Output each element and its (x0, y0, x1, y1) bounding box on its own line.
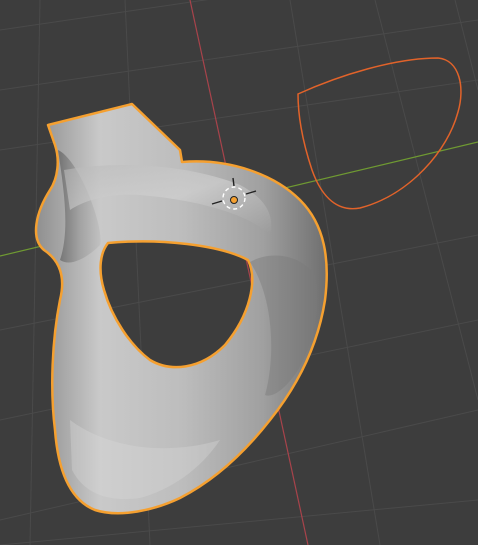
3d-viewport[interactable] (0, 0, 478, 545)
object-origin-icon (230, 196, 238, 204)
